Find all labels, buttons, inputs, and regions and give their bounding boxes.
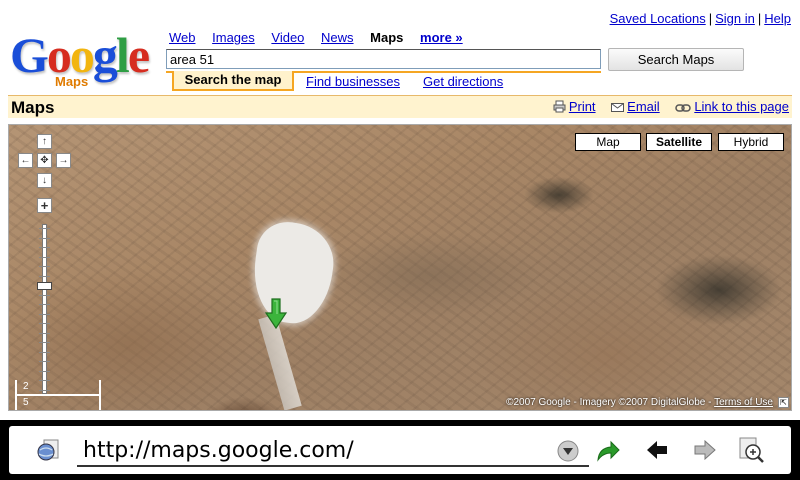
print-action[interactable]: Print [553, 99, 596, 114]
sign-in-link[interactable]: Sign in [715, 11, 755, 26]
print-link[interactable]: Print [569, 99, 596, 114]
zoom-tick [39, 342, 50, 344]
dry-lakebed [247, 218, 339, 328]
zoom-tick [39, 247, 50, 249]
chain-link-icon [675, 104, 692, 112]
page-globe-icon[interactable] [35, 438, 63, 464]
map-copyright: ©2007 Google - Imagery ©2007 DigitalGlob… [506, 397, 773, 408]
zoom-tick [39, 351, 50, 353]
map-view[interactable]: Map Satellite Hybrid ↑ ← ✥ → ↓ + 2 5 ©20… [8, 124, 792, 411]
pan-center-icon[interactable]: ✥ [37, 153, 52, 168]
zoom-slider[interactable] [42, 224, 47, 394]
email-action[interactable]: Email [611, 99, 660, 114]
nav-web[interactable]: Web [169, 30, 196, 45]
section-title: Maps [11, 98, 55, 117]
map-type-satellite-button[interactable]: Satellite [646, 133, 712, 151]
location-marker-icon[interactable] [264, 297, 288, 331]
go-arrow-icon[interactable] [595, 438, 621, 464]
toolbar-panel: http://maps.google.com/ [9, 426, 791, 474]
zoom-tick [39, 237, 50, 239]
nav-news[interactable]: News [321, 30, 354, 45]
printer-icon [553, 100, 566, 113]
pan-up-icon[interactable]: ↑ [37, 134, 52, 149]
zoom-tick [39, 361, 50, 363]
zoom-tick [39, 275, 50, 277]
copyright-text: ©2007 Google - Imagery ©2007 DigitalGlob… [506, 397, 712, 408]
envelope-icon [611, 103, 625, 112]
tab-search-the-map[interactable]: Search the map [172, 71, 294, 91]
nav-images[interactable]: Images [212, 30, 255, 45]
separator: | [708, 11, 713, 26]
zoom-tick [39, 304, 50, 306]
zoom-tick [39, 256, 50, 258]
zoom-tick [39, 323, 50, 325]
tab-find-businesses[interactable]: Find businesses [306, 74, 400, 89]
logo-subtitle: Maps [55, 74, 89, 89]
scale-km: 5 [23, 397, 29, 408]
map-type-map-button[interactable]: Map [575, 133, 641, 151]
pan-down-icon[interactable]: ↓ [37, 173, 52, 188]
zoom-in-icon[interactable]: + [37, 198, 52, 213]
logo-wordmark: Google [10, 27, 150, 83]
resize-corner-icon[interactable]: ⇱ [778, 397, 789, 408]
scale-miles: 2 [23, 381, 29, 392]
zoom-slider-handle[interactable] [37, 282, 52, 291]
zoom-page-icon[interactable] [737, 436, 765, 464]
section-bar: Maps Print Email Link to this page [8, 95, 792, 118]
search-input[interactable] [166, 49, 601, 69]
pan-right-icon[interactable]: → [56, 153, 71, 168]
map-scale: 2 5 [15, 380, 105, 410]
zoom-tick [39, 332, 50, 334]
tab-get-directions[interactable]: Get directions [423, 74, 503, 89]
nav-more[interactable]: more » [420, 30, 463, 45]
nav-video[interactable]: Video [271, 30, 304, 45]
forward-arrow-icon[interactable] [693, 440, 717, 460]
section-actions: Print Email Link to this page [541, 99, 789, 114]
top-links: Saved Locations | Sign in | Help [610, 11, 791, 26]
zoom-tick [39, 266, 50, 268]
browser-toolbar: http://maps.google.com/ [0, 420, 800, 480]
link-to-page[interactable]: Link to this page [694, 99, 789, 114]
zoom-tick [39, 313, 50, 315]
map-type-hybrid-button[interactable]: Hybrid [718, 133, 784, 151]
email-link[interactable]: Email [627, 99, 660, 114]
help-link[interactable]: Help [764, 11, 791, 26]
terms-of-use-link[interactable]: Terms of Use [714, 397, 773, 408]
back-arrow-icon[interactable] [645, 440, 669, 460]
product-nav: Web Images Video News Maps more » [169, 30, 476, 45]
zoom-tick [39, 294, 50, 296]
link-action[interactable]: Link to this page [675, 99, 789, 114]
zoom-tick [39, 370, 50, 372]
saved-locations-link[interactable]: Saved Locations [610, 11, 706, 26]
pan-left-icon[interactable]: ← [18, 153, 33, 168]
url-dropdown-icon[interactable] [557, 440, 579, 462]
search-maps-button[interactable]: Search Maps [608, 48, 744, 71]
separator: | [757, 11, 762, 26]
zoom-tick [39, 228, 50, 229]
google-maps-logo[interactable]: Google Maps [10, 30, 160, 90]
url-underline [77, 465, 589, 467]
url-field[interactable]: http://maps.google.com/ [83, 438, 354, 463]
nav-maps: Maps [370, 30, 404, 45]
